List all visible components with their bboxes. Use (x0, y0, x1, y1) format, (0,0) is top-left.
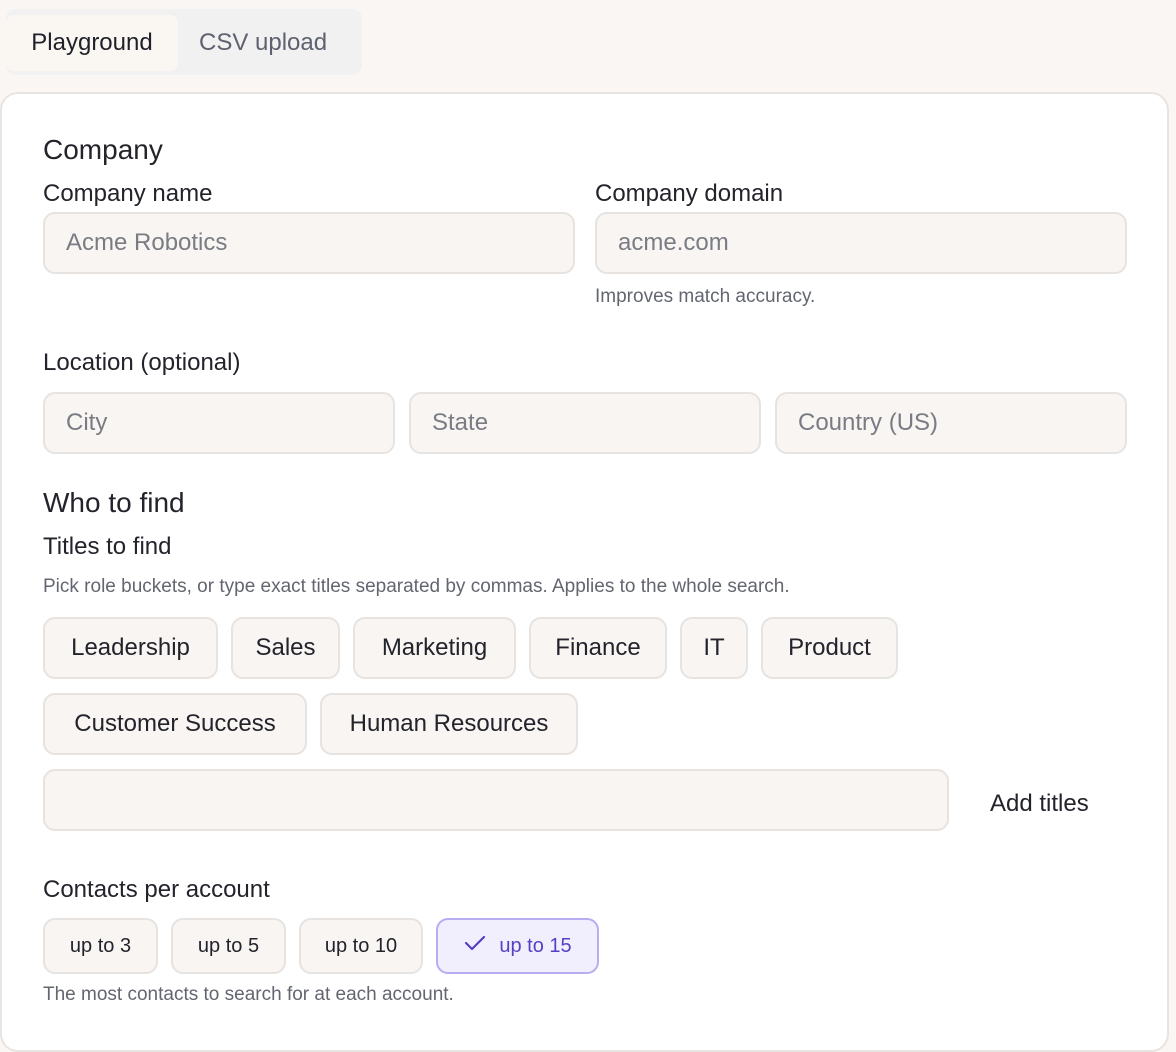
country-input[interactable] (775, 392, 1127, 454)
search-form-card: Company Company name Company domain Impr… (0, 92, 1169, 1052)
role-chip-finance[interactable]: Finance (529, 617, 667, 679)
company-name-label: Company name (43, 180, 213, 207)
contacts-option-5[interactable]: up to 5 (171, 918, 286, 974)
location-label: Location (optional) (43, 349, 241, 376)
contacts-option-10[interactable]: up to 10 (299, 918, 423, 974)
contacts-per-account-label: Contacts per account (43, 876, 270, 903)
role-chip-human-resources[interactable]: Human Resources (320, 693, 578, 755)
contacts-option-3[interactable]: up to 3 (43, 918, 158, 974)
contacts-option-15-label: up to 15 (499, 935, 572, 957)
company-domain-input[interactable] (595, 212, 1127, 274)
role-chip-leadership[interactable]: Leadership (43, 617, 218, 679)
contacts-option-15[interactable]: up to 15 (436, 918, 599, 974)
role-chip-customer-success[interactable]: Customer Success (43, 693, 307, 755)
role-chip-marketing[interactable]: Marketing (353, 617, 516, 679)
company-domain-label: Company domain (595, 180, 784, 207)
tab-playground[interactable]: Playground (6, 15, 178, 71)
company-domain-hint: Improves match accuracy. (595, 286, 816, 307)
role-chip-it[interactable]: IT (680, 617, 748, 679)
add-titles-button[interactable]: Add titles (990, 790, 1089, 818)
role-chip-product[interactable]: Product (761, 617, 898, 679)
tab-csv-upload[interactable]: CSV upload (199, 15, 327, 71)
company-name-input[interactable] (43, 212, 575, 274)
titles-label: Titles to find (43, 533, 172, 560)
check-icon (463, 921, 487, 973)
titles-hint: Pick role buckets, or type exact titles … (43, 576, 790, 597)
titles-input[interactable] (43, 769, 949, 831)
mode-tabs: Playground CSV upload (6, 9, 362, 75)
contacts-hint: The most contacts to search for at each … (43, 984, 454, 1005)
state-input[interactable] (409, 392, 761, 454)
city-input[interactable] (43, 392, 395, 454)
section-title-company: Company (43, 134, 163, 165)
role-chip-sales[interactable]: Sales (231, 617, 340, 679)
section-title-who-to-find: Who to find (43, 487, 185, 518)
